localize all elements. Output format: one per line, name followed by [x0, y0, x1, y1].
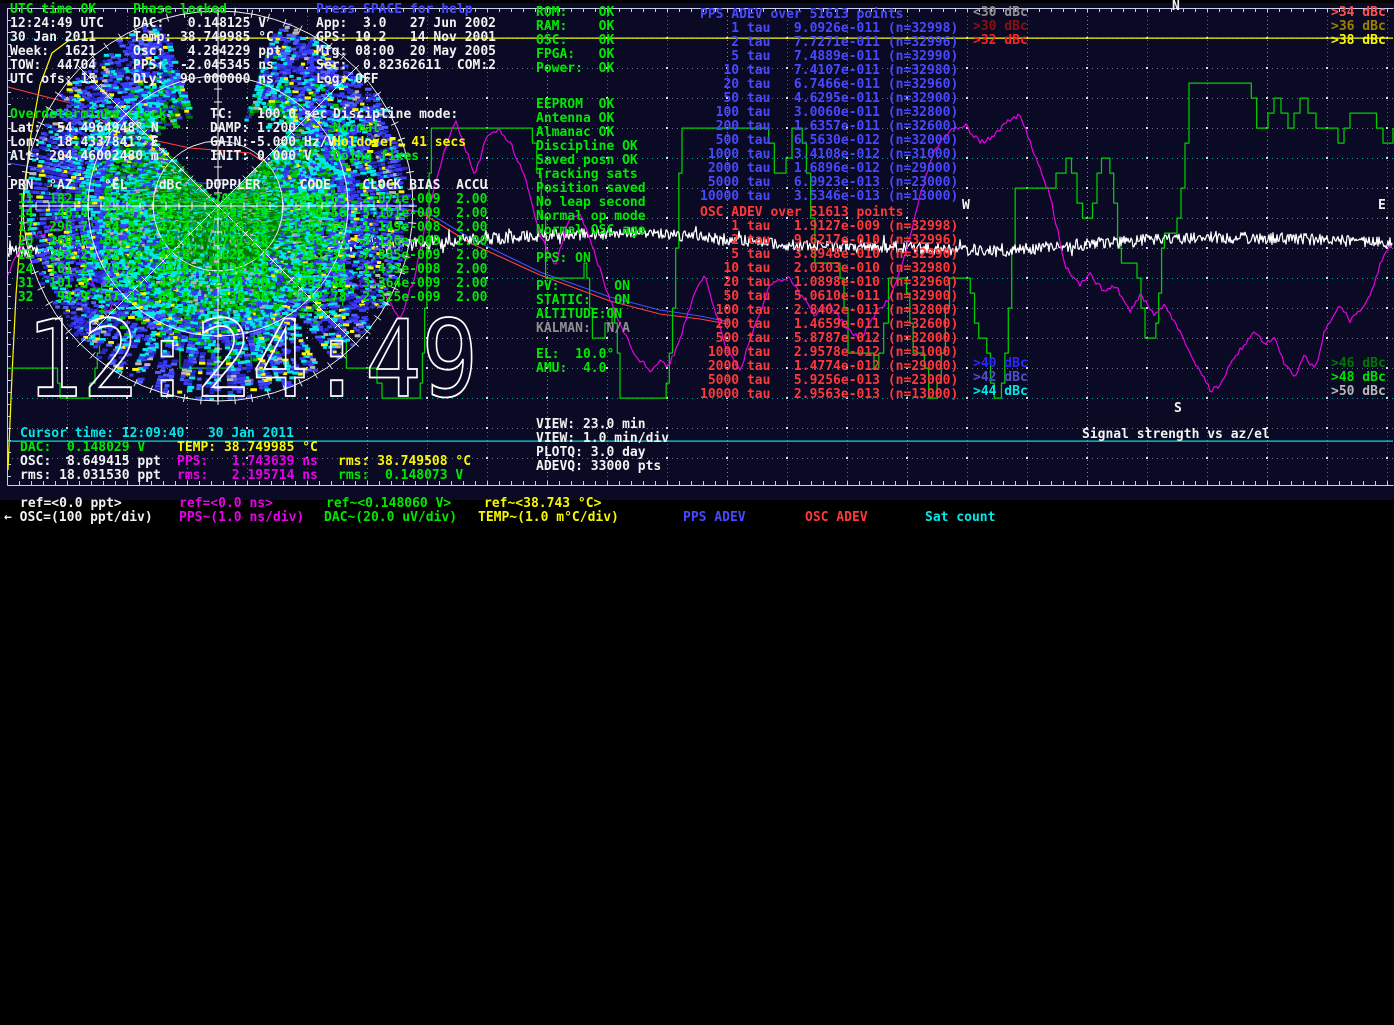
- big-digital-clock: 12:24:49: [22, 308, 484, 406]
- polar-legend-gt34: >34 dBc: [1331, 6, 1386, 20]
- position-block: Lat: 54.4964948° N Lon: 18.4337841° E Al…: [10, 122, 159, 164]
- cursor-pps: PPS: 1.743639 ns: [177, 455, 318, 469]
- plot-legend-osc-adev: OSC ADEV: [805, 511, 868, 525]
- polar-legend-gt48: >48 dBc: [1331, 371, 1386, 385]
- discipline-normal: Normal: [333, 122, 380, 136]
- view-block: VIEW: 23.0 min VIEW: 1.0 min/div PLOTQ: …: [536, 418, 669, 474]
- discipline-mode-label: Discipline mode:: [333, 108, 458, 122]
- scale-dac: DAC~(20.0 uV/div): [324, 511, 457, 525]
- scale-temp: TEMP~(1.0 m°C/div): [478, 511, 619, 525]
- sat-table-rows: 11 182.2 57.2↓ 49.3 -2024.93 16045.63 2.…: [10, 193, 487, 305]
- pps-adev-table: 1 tau 9.0926e-011 (n=32998) 2 tau 7.7271…: [700, 22, 958, 204]
- compass-e: E: [1378, 199, 1386, 213]
- lady-heather-screen: { "colors": { "green":"#00e800","white":…: [0, 0, 1394, 1025]
- ref-temp: ref~<38.743 °C>: [484, 497, 601, 511]
- od-clock-title: Overdetermined clock: [10, 108, 167, 122]
- help-banner: Press SPACE for help: [316, 3, 473, 17]
- utc-block: 12:24:49 UTC 30 Jan 2011 Week: 1621 TOW:…: [10, 17, 104, 87]
- utc-status: UTC time OK: [10, 3, 96, 17]
- compass-n: N: [1172, 0, 1180, 14]
- polar-legend-gt46: >46 dBc: [1331, 357, 1386, 371]
- selftest-block: ROM: OK RAM: OK OSC: OK FPGA: OK Power: …: [536, 6, 614, 76]
- polar-caption: Signal strength vs az/el: [1082, 428, 1270, 442]
- polar-legend-lt30: <30 dBc: [973, 6, 1028, 20]
- polar-legend-gt44: >44 dBc: [973, 385, 1028, 399]
- loop-block: TC: 100.0 sec DAMP: 1.200 GAIN:-5.000 Hz…: [210, 108, 335, 164]
- polar-legend-gt30: >30 dBc: [973, 20, 1028, 34]
- help-block: App: 3.0 27 Jun 2002 GPS: 10.2 14 Nov 20…: [316, 17, 496, 87]
- osc-adev-title: OSC ADEV over 51613 points: [700, 206, 904, 220]
- scale-osc: ← OSC=(100 ppt/div): [4, 511, 153, 525]
- scale-pps: PPS~(1.0 ns/div): [179, 511, 304, 525]
- doing-fixes: Doing fixes: [333, 150, 419, 164]
- plot-legend-pps-adev: PPS ADEV: [683, 511, 746, 525]
- clock-digits: 12:24:49: [26, 308, 478, 406]
- cursor-pps-rms: rms: 2.195714 ns: [177, 469, 318, 483]
- mask-block: EL: 10.0° AMU: 4.0: [536, 348, 614, 376]
- osc-adev-table: 1 tau 1.9127e-009 (n=32998) 2 tau 9.6217…: [700, 220, 958, 402]
- plot-legend-sat-count: Sat count: [925, 511, 995, 525]
- compass-w: W: [962, 199, 970, 213]
- cursor-temp: TEMP: 38.749985 °C: [177, 441, 318, 455]
- cursor-dac-rms: rms: 0.148073 V: [338, 469, 463, 483]
- ref-dac: ref~<0.148060 V>: [326, 497, 451, 511]
- polar-legend-gt38: >38 dBc: [1331, 34, 1386, 48]
- kalman-block: KALMAN: N/A: [536, 322, 630, 336]
- receiver-status-block: EEPROM OK Antenna OK Almanac OK Discipli…: [536, 98, 646, 238]
- pps-on: PPS: ON: [536, 252, 591, 266]
- polar-legend-gt32: >32 dBc: [973, 34, 1028, 48]
- ref-osc: ref=<0.0 ppt>: [20, 497, 122, 511]
- sat-table-header: PRN °AZ °EL dBc DOPPLER CODE CLOCK BIAS …: [10, 179, 487, 193]
- cursor-osc: OSC: 8.649415 ppt: [20, 455, 161, 469]
- cursor-dac: DAC: 0.148029 V: [20, 441, 145, 455]
- pps-adev-title: PPS ADEV over 51613 points: [700, 8, 904, 22]
- polar-legend-gt36: >36 dBc: [1331, 20, 1386, 34]
- polar-legend-gt50: >50 dBc: [1331, 385, 1386, 399]
- holdover-status: Holdover: 41 secs: [333, 136, 466, 150]
- cursor-temp-rms: rms: 38.749508 °C: [338, 455, 471, 469]
- cursor-time: Cursor time: 12:09:40 30 Jan 2011: [20, 427, 294, 441]
- polar-legend-gt42: >42 dBc: [973, 371, 1028, 385]
- phase-status: Phase locked: [133, 3, 227, 17]
- compass-s: S: [1174, 402, 1182, 416]
- phase-block: DAC: 0.148125 V Temp: 38.749985 °C Osc↑ …: [133, 17, 282, 87]
- cursor-osc-rms: rms: 18.031530 ppt: [20, 469, 161, 483]
- ref-pps: ref=<0.0 ns>: [179, 497, 273, 511]
- polar-legend-gt40: >40 dBc: [973, 357, 1028, 371]
- pos-mode-block: PV: ON STATIC: ON ALTITUDE:ON: [536, 280, 630, 322]
